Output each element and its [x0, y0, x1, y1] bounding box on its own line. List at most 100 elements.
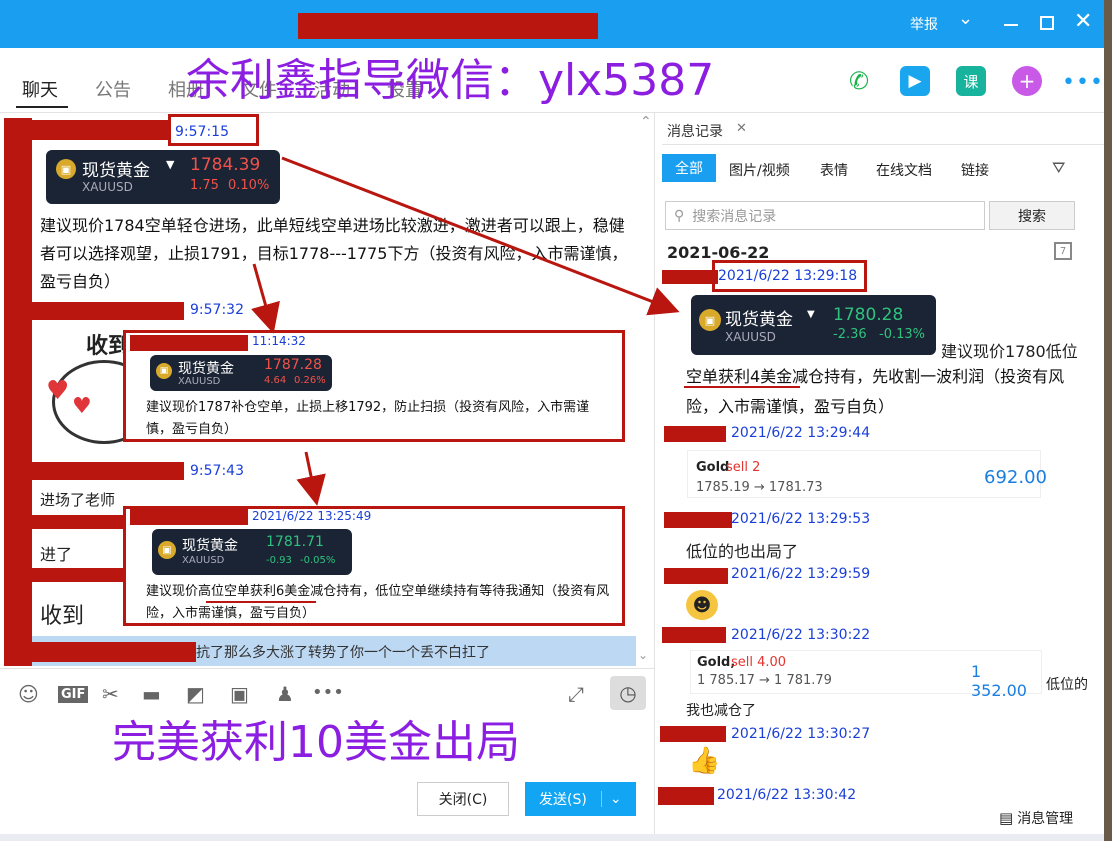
history-text: 建议现价1780低位: [941, 342, 1078, 361]
quoted-time: 2021/6/22 13:25:49: [252, 509, 372, 523]
redacted-name: [664, 512, 732, 528]
message-manage-button[interactable]: ▤ 消息管理: [999, 808, 1073, 828]
quoted-message-box: 11:14:32 ▣ 现货黄金 XAUUSD 1787.28 4.64 0.26…: [123, 330, 625, 442]
message-time: 9:57:43: [190, 463, 244, 479]
expand-icon[interactable]: ⤢: [568, 682, 584, 706]
video-call-icon[interactable]: ▶: [900, 66, 930, 96]
send-options-icon[interactable]: ⌄: [600, 791, 622, 807]
gold-quote-card: ▣ 现货黄金 XAUUSD 1781.71 -0.93 -0.05%: [152, 529, 352, 575]
send-label: 发送(S): [539, 792, 587, 808]
underline-mark: [206, 601, 316, 603]
trade-profit: 692.00: [984, 467, 1047, 488]
close-icon[interactable]: ✕: [1074, 9, 1092, 34]
message-manage-icon: ▤: [999, 809, 1014, 827]
gold-quote-card[interactable]: ▣ 现货黄金 ▼ XAUUSD 1780.28 -2.36 -0.13%: [691, 295, 936, 355]
collapse-icon[interactable]: ⌃: [640, 114, 652, 130]
panel-divider: [654, 112, 655, 834]
quote-name: 现货黄金: [178, 361, 234, 377]
quote-change: 1.75: [190, 178, 219, 193]
trade-card[interactable]: Gold, sell 4.00 1 785.17 → 1 781.79 1 35…: [690, 650, 1042, 700]
gold-coin-icon: ▣: [156, 363, 172, 379]
quote-price: 1781.71: [266, 534, 324, 550]
trade-side: sell 4.00: [731, 655, 787, 670]
quoted-text: 建议现价高位空单获利6美金减仓持有，低位空单继续持有等待我通知（投资有风险，入市…: [146, 584, 610, 621]
doc-icon[interactable]: ◩: [186, 682, 205, 706]
caret-down-icon: ▼: [166, 158, 175, 171]
message-time: 9:57:32: [190, 302, 244, 318]
trade-profit: 1 352.00: [971, 662, 1027, 700]
bell-icon[interactable]: ♟: [276, 682, 294, 706]
message-manage-label: 消息管理: [1017, 811, 1074, 827]
heart-icon: ♥: [46, 376, 70, 406]
filter-emoji[interactable]: 表情: [820, 160, 848, 180]
underline-mark: [684, 386, 800, 388]
redacted-name: [664, 426, 726, 442]
image-icon[interactable]: ▣: [230, 682, 249, 706]
emoji-icon[interactable]: ☺: [18, 682, 39, 706]
history-text: 空单获利4美金减仓持有，先收割一波利润（投资有风险，入市需谨慎，盈亏自负）: [686, 367, 1065, 416]
history-clock-icon[interactable]: ◷: [610, 676, 646, 710]
tab-chat[interactable]: 聊天: [22, 76, 58, 102]
quote-percent: -0.05%: [300, 555, 336, 566]
search-input[interactable]: ⚲ 搜索消息记录: [665, 201, 985, 230]
trade-symbol: Gold,: [697, 655, 736, 670]
filter-docs[interactable]: 在线文档: [876, 160, 932, 180]
course-icon[interactable]: 课: [956, 66, 986, 96]
gold-quote-card[interactable]: ▣ 现货黄金 ▼ XAUUSD 1784.39 1.75 0.10%: [46, 150, 280, 204]
quote-code: XAUUSD: [182, 555, 225, 566]
chevron-down-icon[interactable]: ⌄: [958, 8, 973, 29]
history-tab-divider: [662, 144, 1104, 145]
history-text: 我也减仓了: [686, 703, 756, 719]
filter-media[interactable]: 图片/视频: [729, 160, 790, 180]
calendar-icon[interactable]: 7: [1054, 242, 1072, 260]
history-tab[interactable]: 消息记录: [667, 121, 723, 141]
redacted-title: [298, 13, 598, 39]
taskbar-strip: [0, 834, 1104, 841]
search-placeholder: 搜索消息记录: [692, 208, 777, 225]
scissors-icon[interactable]: ✂: [102, 682, 119, 706]
more-tools-icon[interactable]: •••: [312, 682, 344, 703]
trade-symbol: Gold: [696, 460, 730, 475]
quote-change: 4.64: [264, 375, 287, 386]
history-time: 2021/6/22 13:30:42: [717, 787, 857, 803]
history-time: 2021/6/22 13:30:22: [731, 627, 871, 643]
redacted-name: [664, 568, 728, 584]
redacted-name: [4, 120, 170, 140]
quote-name: 现货黄金: [725, 310, 793, 330]
trade-card[interactable]: Gold sell 2 1785.19 → 1781.73 692.00: [687, 450, 1047, 498]
history-text: 低位的: [1046, 677, 1088, 693]
folder-icon[interactable]: ▬: [142, 682, 161, 706]
close-button[interactable]: 关闭(C): [417, 782, 509, 816]
quote-percent: 0.26%: [294, 375, 326, 386]
more-icon[interactable]: •••: [1062, 70, 1104, 95]
trade-prices: 1785.19 → 1781.73: [696, 480, 823, 495]
scroll-down-icon[interactable]: ⌄: [638, 648, 648, 662]
history-time: 2021/6/22 13:29:44: [731, 425, 871, 441]
quote-price: 1787.28: [264, 357, 322, 373]
redacted-name: [4, 515, 124, 529]
redacted-name: [130, 335, 248, 351]
filter-all[interactable]: 全部: [662, 154, 716, 182]
phone-icon[interactable]: ✆: [844, 66, 874, 96]
add-app-icon[interactable]: +: [1012, 66, 1042, 96]
quote-percent: -0.13%: [879, 327, 925, 342]
grin-emoji-icon: ☻: [686, 590, 718, 620]
gold-coin-icon: ▣: [56, 159, 76, 179]
filter-icon[interactable]: ⛛: [1052, 158, 1065, 178]
redacted-name: [662, 627, 726, 643]
send-button[interactable]: 发送(S) ⌄: [525, 782, 636, 816]
quote-change: -2.36: [833, 327, 867, 342]
maximize-icon[interactable]: [1040, 16, 1054, 30]
search-button[interactable]: 搜索: [989, 201, 1075, 230]
gold-quote-card: ▣ 现货黄金 XAUUSD 1787.28 4.64 0.26%: [150, 355, 332, 391]
history-time: 2021/6/22 13:29:59: [731, 566, 871, 582]
report-button[interactable]: 举报: [910, 14, 938, 34]
gif-icon[interactable]: GIF: [58, 686, 89, 703]
quote-name: 现货黄金: [182, 538, 238, 554]
minimize-icon[interactable]: [1004, 24, 1018, 26]
close-history-icon[interactable]: ✕: [736, 121, 747, 136]
composer-divider: [0, 668, 654, 669]
tab-notice[interactable]: 公告: [95, 76, 131, 102]
message-text: 收到: [40, 604, 85, 629]
filter-links[interactable]: 链接: [961, 160, 989, 180]
